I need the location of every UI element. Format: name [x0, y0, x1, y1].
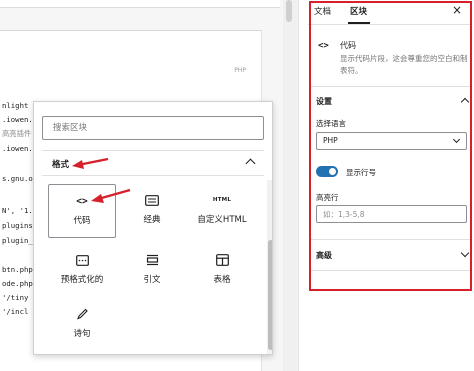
- code-line: 高亮插件: [2, 129, 32, 138]
- code-line: N', '1.0: [2, 206, 38, 215]
- classic-icon: [145, 194, 159, 206]
- code-language-badge: PHP: [234, 67, 246, 74]
- table-icon: [215, 254, 229, 266]
- code-line: '/incl: [2, 307, 29, 316]
- block-item-label: 诗句: [73, 329, 91, 339]
- editor-scrollbar-thumb[interactable]: [286, 0, 292, 22]
- verse-icon: [77, 308, 88, 320]
- code-line: plugin_: [2, 236, 33, 245]
- code-line: ode.php': [2, 279, 38, 288]
- chevron-up-icon: [245, 158, 256, 169]
- category-panel-toggle[interactable]: 格式: [42, 150, 264, 176]
- preformatted-icon: [75, 254, 89, 266]
- block-inserter-popover: 格式 <> 代码 经典 HTML 自定义HTML 预格式: [33, 101, 273, 355]
- category-title: 格式: [52, 160, 70, 170]
- block-item-preformatted[interactable]: 预格式化的: [48, 244, 116, 298]
- inserter-scrollbar-thumb[interactable]: [268, 240, 272, 350]
- block-item-classic[interactable]: 经典: [118, 184, 186, 238]
- block-search-input[interactable]: [42, 116, 264, 140]
- block-item-label: 引文: [143, 275, 161, 285]
- code-line: nlight: [2, 101, 29, 110]
- code-line: plugins_: [2, 221, 38, 230]
- block-item-pullquote[interactable]: 引文: [118, 244, 186, 298]
- code-line: .iowen.c: [2, 115, 38, 124]
- block-item-verse[interactable]: 诗句: [48, 298, 116, 352]
- annotation-highlight-frame: [309, 1, 472, 291]
- block-item-label: 预格式化的: [60, 275, 104, 285]
- block-item-label: 代码: [73, 216, 91, 226]
- block-item-table[interactable]: 表格: [188, 244, 256, 298]
- code-line: btn.php': [2, 265, 38, 274]
- block-item-label: 表格: [213, 275, 231, 285]
- pullquote-icon: [146, 254, 158, 266]
- block-item-label: 经典: [143, 215, 161, 225]
- code-line: '/tiny: [2, 293, 29, 302]
- editor-top-strip: [0, 0, 280, 8]
- block-item-code[interactable]: <> 代码: [48, 184, 116, 238]
- html-icon: HTML: [212, 197, 232, 203]
- block-item-custom-html[interactable]: HTML 自定义HTML: [188, 184, 256, 238]
- code-icon: <>: [76, 195, 88, 207]
- block-item-label: 自定义HTML: [197, 215, 247, 225]
- code-line: .iowen.: [2, 144, 33, 153]
- editor-scrollbar[interactable]: [283, 0, 297, 371]
